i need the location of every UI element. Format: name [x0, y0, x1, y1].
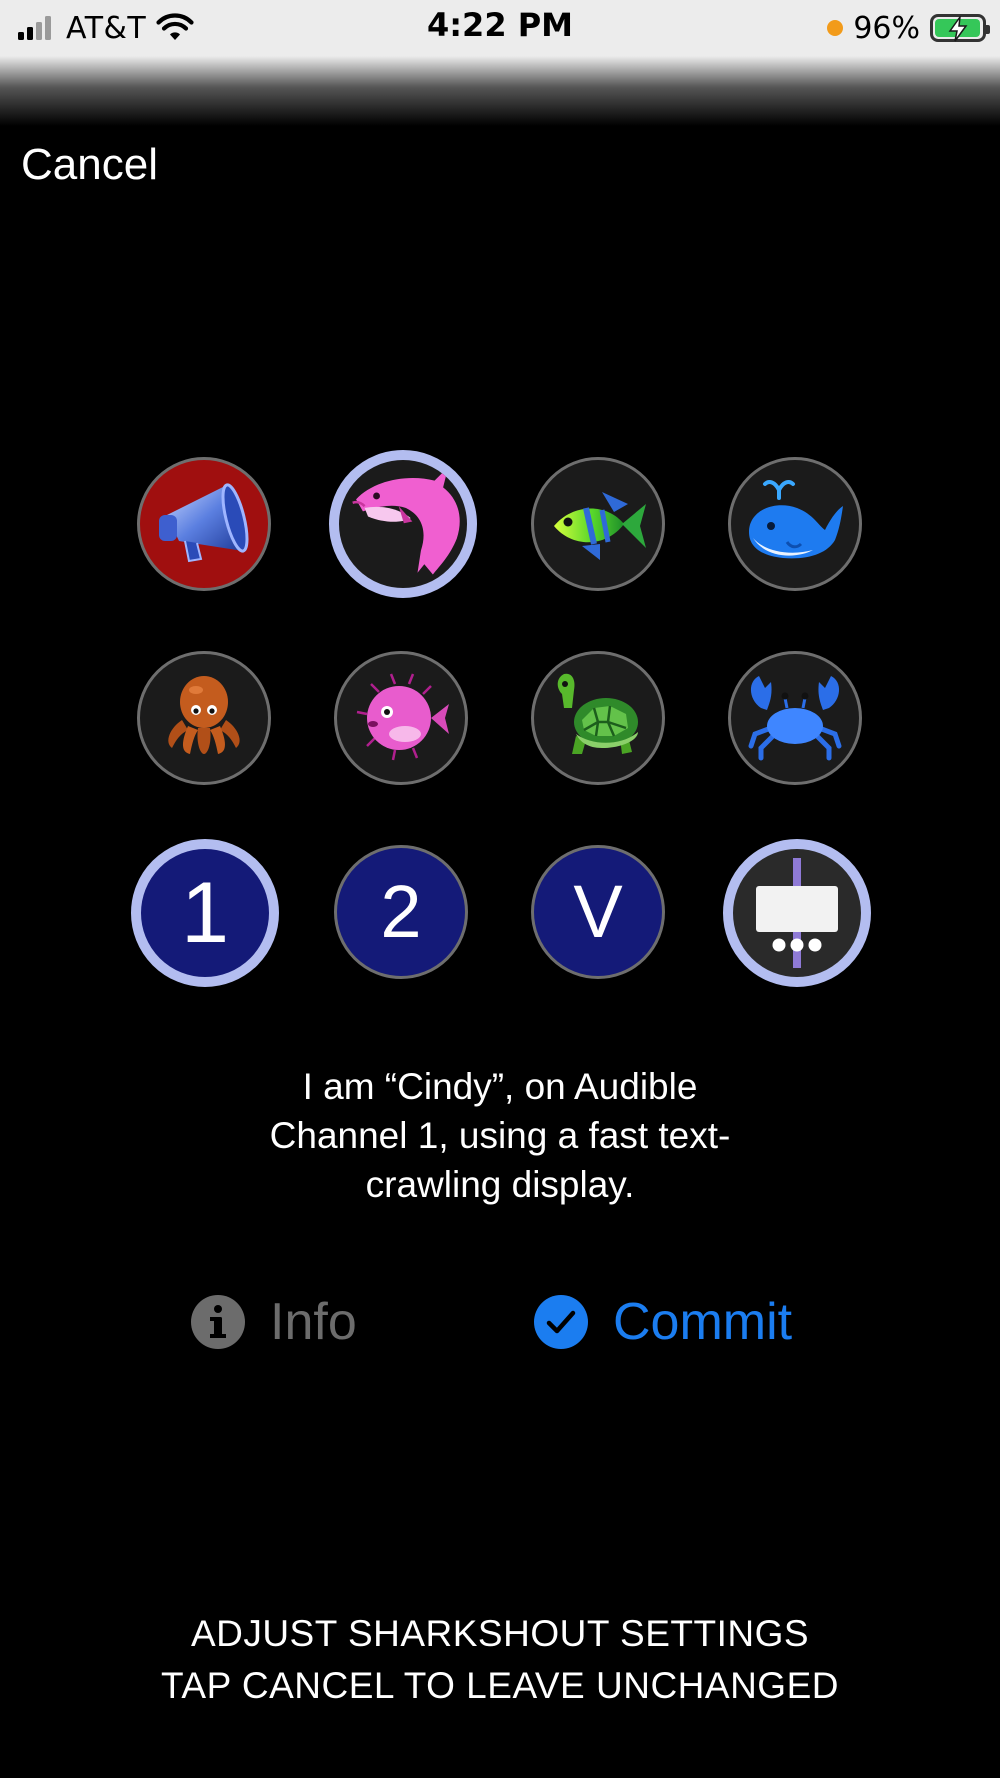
crab-icon — [748, 676, 842, 761]
footer-line-2: TAP CANCEL TO LEAVE UNCHANGED — [161, 1665, 839, 1706]
blowfish-button[interactable] — [334, 651, 468, 785]
channel-1-label: 1 — [181, 865, 229, 961]
footer-line-1: ADJUST SHARKSHOUT SETTINGS — [190, 1613, 810, 1654]
turtle-icon — [557, 673, 638, 754]
commit-label: Commit — [613, 1293, 793, 1351]
blowfish-icon — [356, 673, 449, 761]
settings-description: I am “Cindy”, on Audible Channel 1, usin… — [100, 1062, 900, 1209]
footer-instructions: ADJUST SHARKSHOUT SETTINGS TAP CANCEL TO… — [0, 1608, 1000, 1712]
megaphone-button[interactable] — [137, 457, 271, 591]
whale-button[interactable] — [728, 457, 862, 591]
checkmark-circle-icon — [534, 1295, 588, 1349]
megaphone-icon — [159, 483, 249, 563]
turtle-button[interactable] — [531, 651, 665, 785]
channel-v-button[interactable]: V — [531, 845, 665, 979]
channel-1-button[interactable]: 1 — [131, 839, 279, 987]
crawl-display-button[interactable] — [723, 839, 871, 987]
commit-button[interactable]: Commit — [533, 1290, 792, 1354]
description-line-1: I am “Cindy”, on Audible — [302, 1066, 698, 1107]
info-icon — [191, 1295, 245, 1349]
info-button[interactable]: Info — [190, 1290, 357, 1354]
channel-2-label: 2 — [380, 870, 422, 953]
description-line-3: crawling display. — [365, 1164, 635, 1205]
crab-button[interactable] — [728, 651, 862, 785]
octopus-button[interactable] — [137, 651, 271, 785]
tropical-fish-icon — [554, 492, 646, 560]
info-label: Info — [270, 1293, 357, 1351]
dolphin-icon — [352, 466, 460, 575]
sign-display-icon — [756, 858, 838, 968]
whale-icon — [749, 480, 843, 559]
dolphin-button[interactable] — [329, 450, 477, 598]
settings-grid: 1 2 V — [0, 0, 1000, 1000]
channel-v-label: V — [573, 870, 623, 953]
tropical-fish-button[interactable] — [531, 457, 665, 591]
channel-2-button[interactable]: 2 — [334, 845, 468, 979]
octopus-icon — [168, 676, 240, 754]
description-line-2: Channel 1, using a fast text- — [269, 1115, 731, 1156]
